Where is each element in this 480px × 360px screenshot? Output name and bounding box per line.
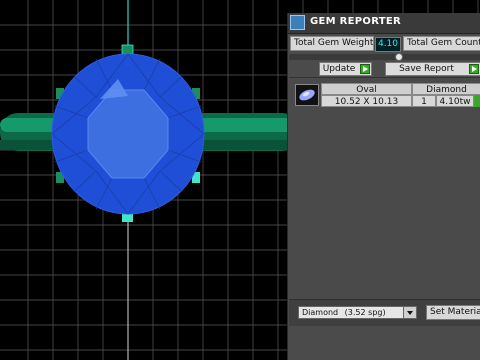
material-dropdown-value: Diamond: [302, 308, 339, 317]
panel-divider: [289, 54, 480, 60]
update-button[interactable]: Update: [319, 62, 372, 76]
total-gem-count-label: Total Gem Count: [403, 36, 480, 51]
table-header-material: Diamond: [412, 83, 480, 95]
chevron-down-icon[interactable]: [403, 307, 416, 318]
gem-reporter-panel: GEM REPORTER Total Gem Weight 4.10 Total…: [287, 13, 480, 360]
panel-titlebar[interactable]: GEM REPORTER: [288, 13, 480, 34]
update-button-label: Update: [322, 64, 356, 74]
row-arrow-icon[interactable]: [474, 95, 480, 107]
table-cell-size[interactable]: 10.52 X 10.13: [321, 95, 412, 107]
table-cell-quantity[interactable]: 1: [412, 95, 436, 107]
material-dropdown-spg: (3.52 spg): [344, 308, 386, 317]
table-cell-weight[interactable]: 4.10tw: [436, 95, 474, 107]
table-header-shape: Oval: [321, 83, 412, 95]
divider-handle[interactable]: [395, 53, 403, 61]
total-gem-weight-value: 4.10: [375, 37, 401, 52]
save-report-button[interactable]: Save Report: [385, 62, 480, 76]
set-material-button[interactable]: Set Material: [426, 305, 480, 320]
oval-gem-icon[interactable]: [295, 84, 319, 106]
green-arrow-icon: [469, 64, 479, 74]
total-gem-weight-label: Total Gem Weight: [290, 36, 374, 51]
green-arrow-icon: [360, 64, 370, 74]
gem-reporter-icon: [290, 15, 305, 30]
material-dropdown[interactable]: Diamond (3.52 spg): [298, 306, 417, 319]
gem-list: [289, 77, 480, 310]
save-report-button-label: Save Report: [399, 64, 454, 74]
oval-diamond-gem[interactable]: [51, 53, 205, 215]
panel-title: GEM REPORTER: [310, 16, 402, 27]
